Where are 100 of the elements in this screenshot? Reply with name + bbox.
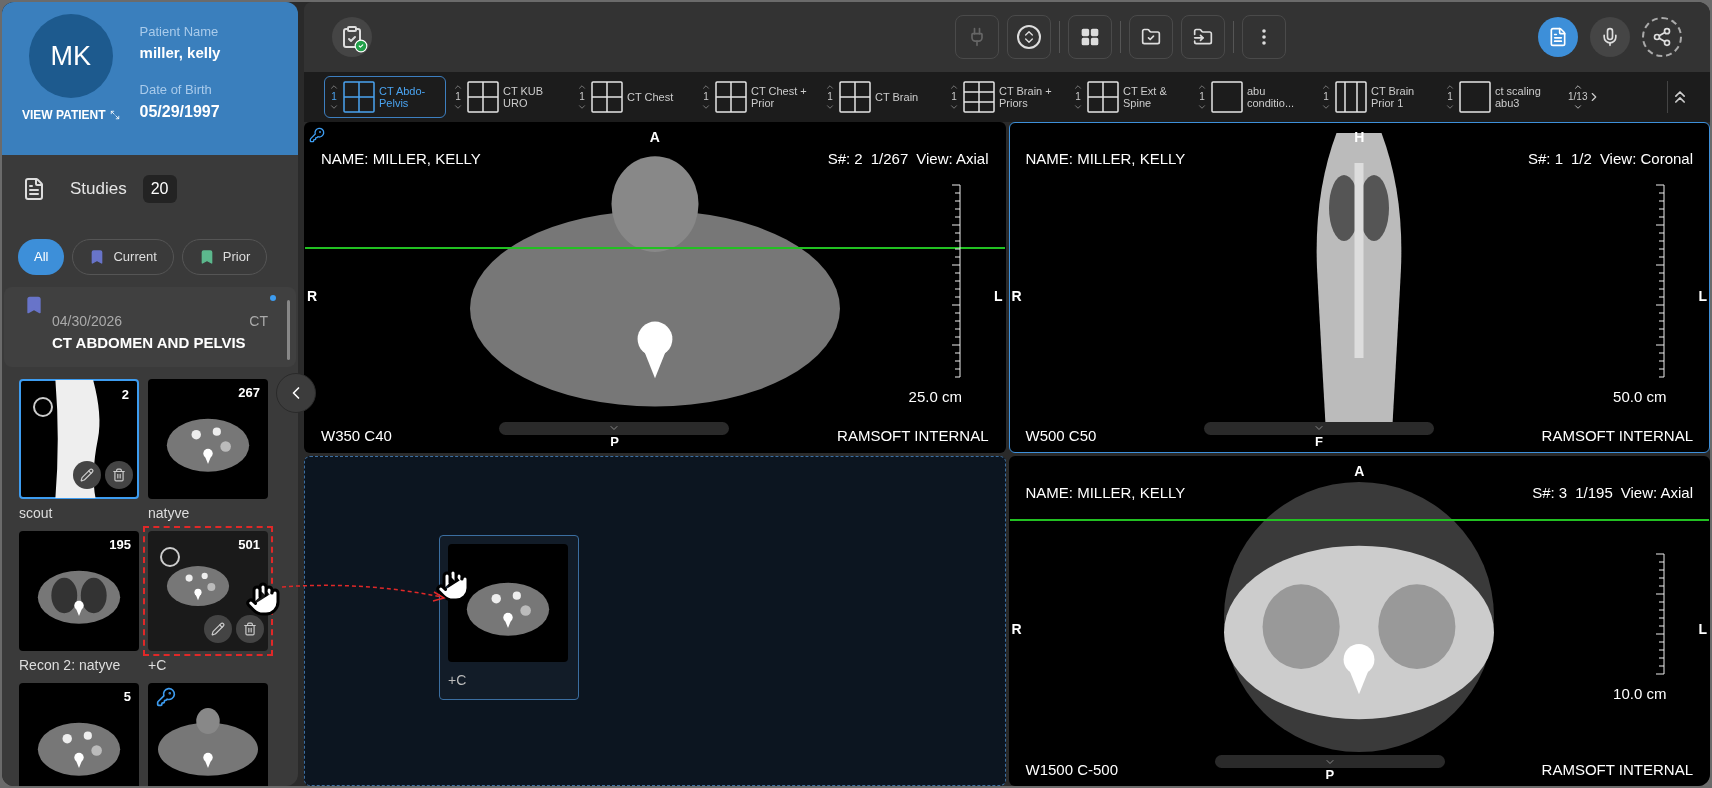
- layout-grid-icon: [591, 81, 623, 113]
- layout-grid-icon: [343, 81, 375, 113]
- slice-number: 1/267: [870, 149, 909, 169]
- protocol-tab[interactable]: 1 ct scaling abu3: [1440, 76, 1562, 118]
- orientation-marker: R: [307, 286, 318, 306]
- scale-label: 10.0 cm: [1613, 684, 1667, 705]
- image-viewport[interactable]: A NAME: MILLER, KELLY S#: 2 1/267 View: Axial R 25.0 cm L W350 C40 P RAMSOFT INTERNAL: [304, 122, 1006, 453]
- series-label: natyve: [148, 503, 191, 523]
- folder-import-button[interactable]: [1180, 15, 1225, 59]
- image-count: 2: [121, 385, 129, 404]
- protocol-label: CT Brain: [875, 91, 920, 103]
- image-count: 501: [238, 535, 260, 554]
- protocol-tab[interactable]: 1 CT Brain: [820, 76, 942, 118]
- series-count: 1: [579, 92, 585, 102]
- view-patient-link[interactable]: VIEW PATIENT: [22, 106, 120, 124]
- slice-number: 1/2: [1571, 149, 1592, 169]
- protocol-label: CT KUB URO: [503, 85, 545, 109]
- orientation-marker: H: [1354, 128, 1365, 147]
- caret-icon: [1572, 82, 1583, 92]
- layout-grid-icon: [715, 81, 747, 113]
- protocol-tab[interactable]: 1 CT Chest + Prior: [696, 76, 818, 118]
- orientation-marker: R: [1011, 286, 1022, 306]
- series-thumbnail[interactable]: 5: [19, 682, 139, 786]
- protocol-tab[interactable]: 1 CT Abdo-Pelvis: [324, 76, 446, 118]
- window-level-overlay: W1500 C-500: [1025, 759, 1119, 780]
- layout-grid-icon: [839, 81, 871, 113]
- layout-grid-icon: [1211, 81, 1243, 113]
- image-viewport[interactable]: H NAME: MILLER, KELLY S#: 1 1/2 View: Coronal R 50.0 cm L W500 C50 F RAMSOFT INTERNAL: [1008, 122, 1710, 453]
- series-label: +C: [448, 670, 468, 690]
- protocol-tab[interactable]: 1 CT KUB URO: [448, 76, 570, 118]
- institution-overlay: RAMSOFT INTERNAL: [837, 426, 989, 446]
- orientation-marker: L: [1698, 620, 1707, 639]
- study-card[interactable]: 04/30/2026 CT CT ABDOMEN AND PELVIS: [4, 287, 296, 367]
- image-count: 195: [109, 535, 131, 554]
- protocol-tab[interactable]: 1 CT Brain Prior 1: [1316, 76, 1438, 118]
- institution-overlay: RAMSOFT INTERNAL: [1541, 426, 1693, 446]
- clipboard-check-button[interactable]: [332, 17, 372, 57]
- folder-check-button[interactable]: [1128, 15, 1173, 59]
- protocol-tab[interactable]: 1 CT Ext & Spine: [1068, 76, 1190, 118]
- image-viewport[interactable]: A NAME: MILLER, KELLY S#: 3 1/195 View: Axial R 10.0 cm L W1500 C-500 P RAMSOFT INTERNAL: [1008, 455, 1710, 786]
- expand-icon: [109, 110, 120, 120]
- series-thumbnail[interactable]: 267: [148, 378, 268, 499]
- layout-grid-icon: [963, 81, 995, 113]
- series-number: S#: 2: [827, 149, 863, 169]
- series-count: 1: [1199, 92, 1205, 102]
- empty-viewport-drop-zone[interactable]: +C: [304, 455, 1006, 786]
- series-count: 1: [455, 92, 461, 102]
- protocol-label: CT Chest + Prior: [751, 85, 808, 109]
- patient-name: miller, kelly: [139, 42, 221, 63]
- scale-label: 25.0 cm: [908, 386, 962, 407]
- protocol-tab[interactable]: 1 abu conditio...: [1192, 76, 1314, 118]
- protocol-label: ct scaling abu3: [1495, 85, 1542, 109]
- mic-button[interactable]: [1590, 17, 1630, 57]
- series-thumbnail[interactable]: [148, 682, 268, 786]
- series-count: 1: [951, 92, 957, 102]
- scrollbar-handle[interactable]: [1204, 421, 1434, 435]
- scroll-button[interactable]: [1006, 15, 1051, 59]
- field-label: Patient Name: [139, 23, 220, 41]
- edit-button[interactable]: [204, 614, 232, 643]
- patient-avatar: MK: [28, 14, 113, 98]
- delete-button[interactable]: [236, 614, 264, 643]
- studies-title: Studies: [70, 178, 127, 201]
- series-label: Recon 2: natyve: [19, 655, 122, 675]
- series-thumbnail[interactable]: 195: [19, 530, 139, 651]
- protocol-tab[interactable]: 1 CT Chest: [572, 76, 694, 118]
- window-level-overlay: W500 C50: [1025, 426, 1097, 446]
- scrollbar-thumb[interactable]: [287, 300, 290, 360]
- protocol-label: abu conditio...: [1247, 85, 1296, 109]
- document-icon: [1548, 27, 1568, 47]
- scrollbar-handle[interactable]: [499, 421, 730, 435]
- series-count: 1: [331, 92, 337, 102]
- series-label: scout: [19, 503, 54, 523]
- view-label: View: Axial: [1620, 482, 1693, 503]
- modality-label: CT: [249, 312, 268, 331]
- study-date: 04/30/2026: [52, 312, 123, 331]
- protocol-tab[interactable]: 1 CT Brain + Priors: [944, 76, 1066, 118]
- field-label: Date of Birth: [139, 81, 213, 99]
- series-count: 1: [1447, 92, 1453, 102]
- window-level-overlay: W350 C40: [321, 426, 392, 446]
- scrollbar-handle[interactable]: [1214, 755, 1445, 768]
- series-number: S#: 1: [1528, 149, 1564, 169]
- protocol-label: CT Ext & Spine: [1123, 85, 1168, 109]
- grid-button[interactable]: [1067, 15, 1112, 59]
- orientation-marker: L: [1698, 286, 1707, 306]
- image-count: 5: [123, 687, 131, 706]
- slice-number: 1/195: [1575, 482, 1613, 503]
- share-button[interactable]: [1642, 17, 1682, 57]
- series-count: 1: [827, 92, 833, 102]
- folder-check-icon: [1140, 27, 1161, 47]
- orientation-marker: A: [1354, 461, 1365, 481]
- orientation-marker: L: [993, 286, 1003, 306]
- delete-button[interactable]: [105, 460, 133, 489]
- series-thumbnail[interactable]: 2: [19, 378, 139, 499]
- layout-grid-icon: [1087, 81, 1119, 113]
- institution-overlay: RAMSOFT INTERNAL: [1541, 759, 1693, 780]
- notes-button[interactable]: [1538, 17, 1578, 57]
- orientation-marker: R: [1011, 620, 1022, 639]
- view-label: View: Coronal: [1599, 149, 1693, 169]
- trash-icon: [112, 467, 126, 482]
- patient-name-overlay: NAME: MILLER, KELLY: [1025, 149, 1186, 169]
